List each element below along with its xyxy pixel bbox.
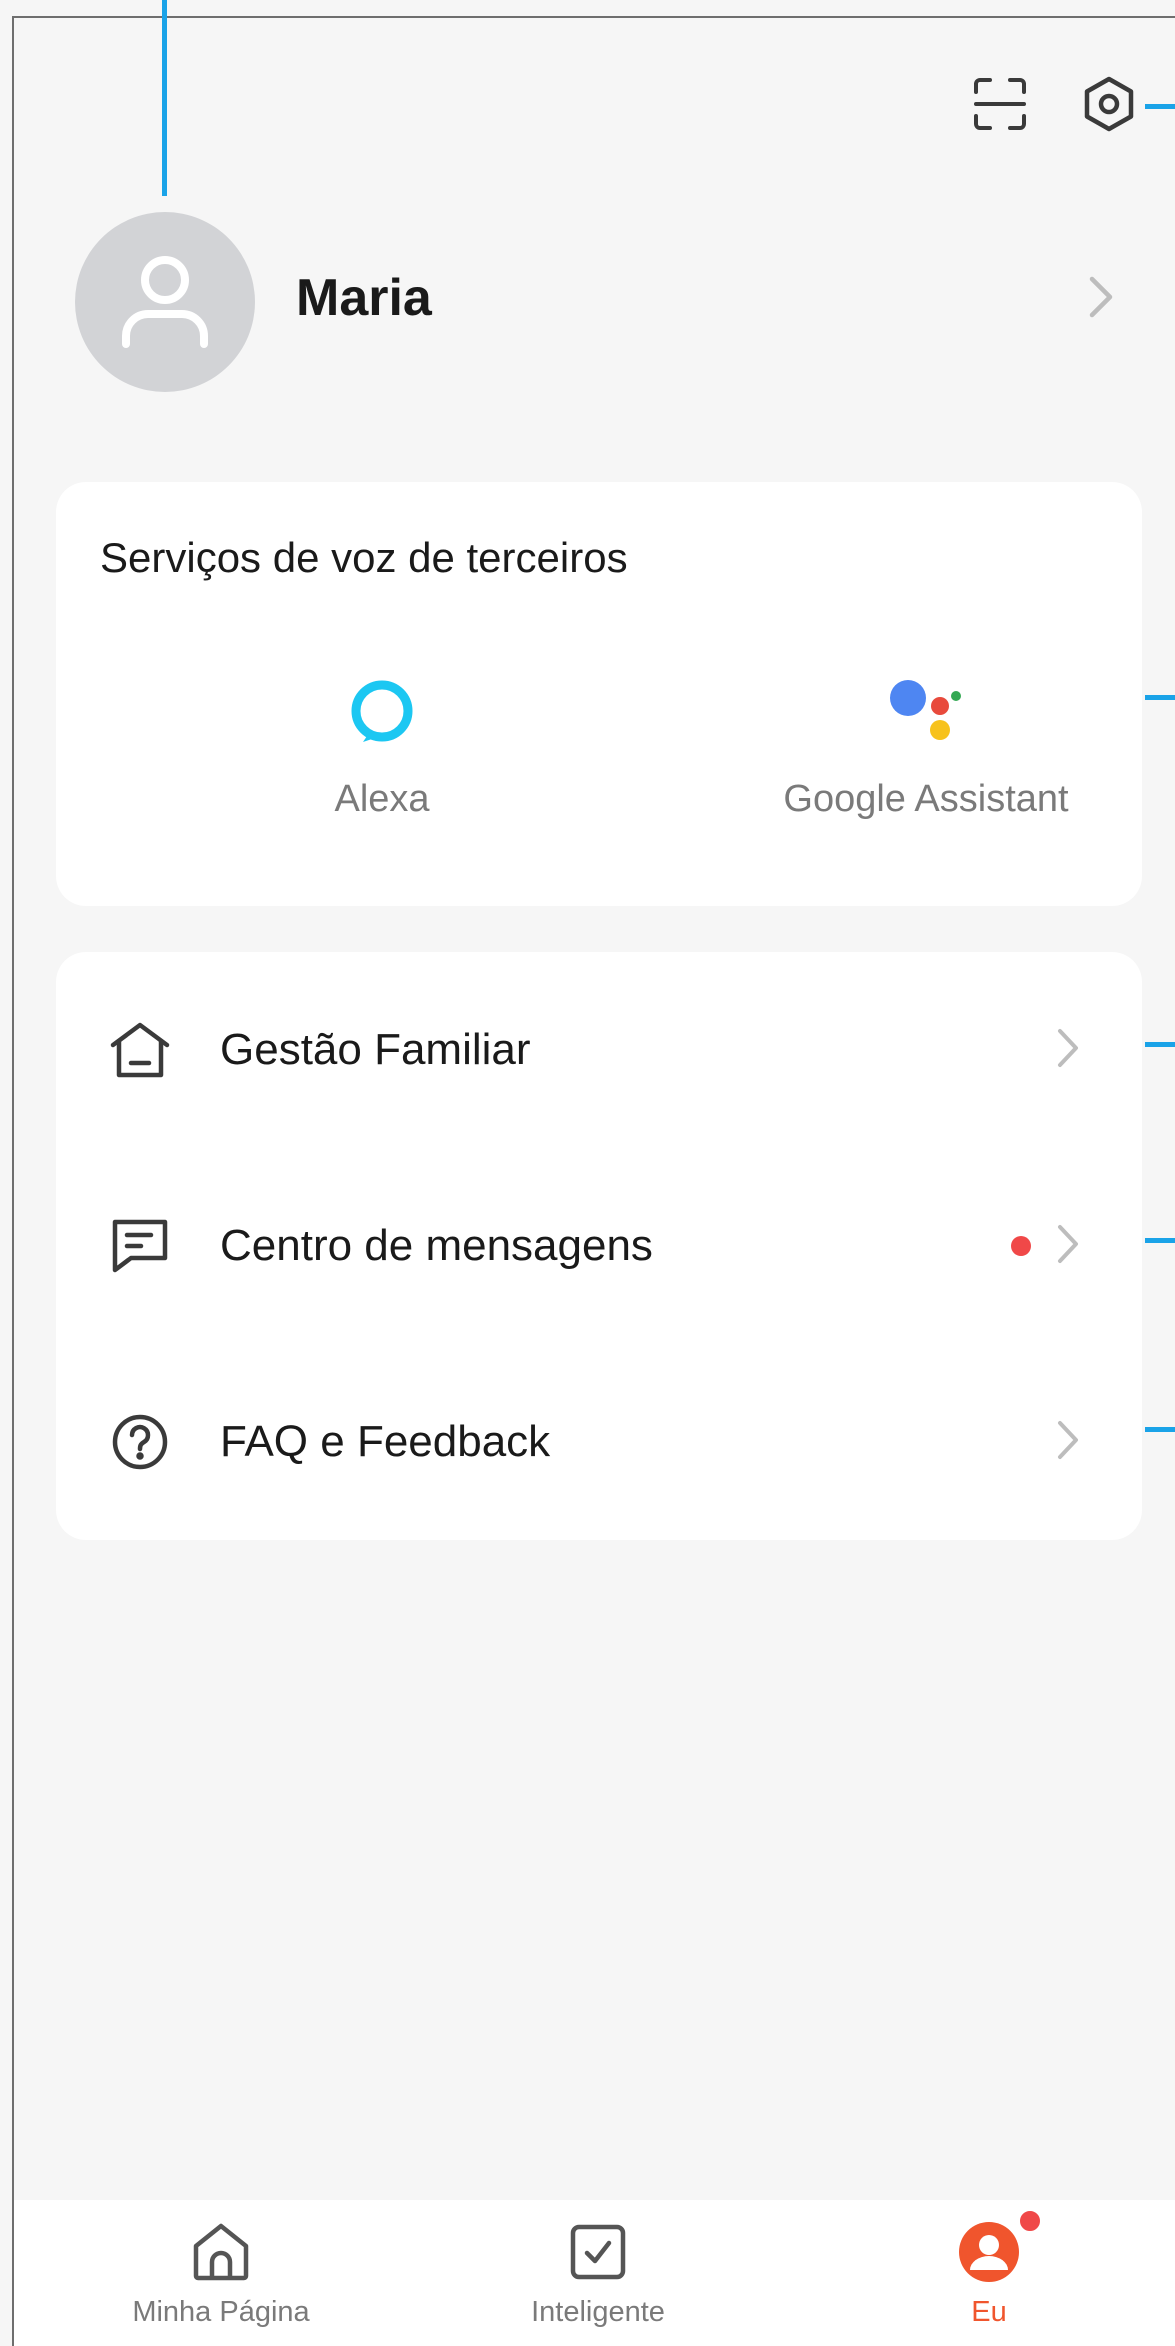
profile-icon — [959, 2222, 1019, 2282]
hexagon-settings-icon — [1084, 76, 1134, 132]
chevron-right-icon — [1056, 1223, 1080, 1270]
tab-eu[interactable]: Eu — [839, 2208, 1139, 2329]
callout-line-messages — [1145, 1238, 1175, 1243]
menu-item-faq-feedback[interactable]: FAQ e Feedback — [56, 1344, 1142, 1540]
menu-item-label: Centro de mensagens — [220, 1221, 653, 1270]
user-placeholder-icon — [122, 256, 208, 348]
tab-label: Minha Página — [132, 2296, 310, 2328]
menu-item-label: FAQ e Feedback — [220, 1417, 551, 1466]
callout-line-family — [1145, 1042, 1175, 1047]
avatar[interactable] — [75, 212, 255, 392]
alexa-icon — [351, 680, 413, 742]
callout-line-settings — [1145, 104, 1175, 109]
notification-dot — [1011, 1236, 1031, 1256]
help-icon — [112, 1414, 168, 1470]
home-icon — [110, 1022, 170, 1078]
menu-card: Gestão Familiar Centro de mensagens FAQ … — [56, 952, 1142, 1540]
tab-label: Eu — [971, 2296, 1007, 2328]
profile-chevron-icon[interactable] — [1088, 275, 1114, 324]
chevron-right-icon — [1056, 1419, 1080, 1466]
alexa-label: Alexa — [334, 778, 430, 820]
voice-services-card: Serviços de voz de terceiros Alexa Googl… — [56, 482, 1142, 906]
tab-inteligente[interactable]: Inteligente — [448, 2214, 748, 2329]
scan-icon — [974, 78, 1026, 130]
settings-button[interactable] — [1077, 72, 1141, 136]
notification-dot — [1017, 2208, 1043, 2234]
google-assistant-option[interactable]: Google Assistant — [706, 672, 1146, 821]
callout-line-faq — [1145, 1427, 1175, 1432]
alexa-option[interactable]: Alexa — [162, 672, 602, 821]
bottom-nav: Minha Página Inteligente Eu — [14, 2200, 1175, 2346]
chevron-right-icon — [1056, 1027, 1080, 1074]
scan-button[interactable] — [968, 72, 1032, 136]
callout-line-profile — [162, 0, 167, 196]
callout-line-voice — [1145, 695, 1175, 700]
menu-item-message-center[interactable]: Centro de mensagens — [56, 1148, 1142, 1344]
menu-item-label: Gestão Familiar — [220, 1025, 531, 1074]
google-assistant-icon — [890, 680, 961, 740]
voice-services-title: Serviços de voz de terceiros — [100, 534, 628, 581]
tab-label: Inteligente — [531, 2296, 665, 2328]
menu-item-family-management[interactable]: Gestão Familiar — [56, 952, 1142, 1148]
frame-left-border — [12, 16, 14, 2346]
checkbox-icon — [570, 2224, 626, 2280]
frame-top-border — [12, 16, 1175, 18]
tab-minha-pagina[interactable]: Minha Página — [71, 2214, 371, 2329]
google-assistant-label: Google Assistant — [783, 778, 1069, 820]
message-icon — [112, 1219, 168, 1273]
profile-name[interactable]: Maria — [296, 268, 432, 328]
home-icon — [193, 2223, 249, 2281]
